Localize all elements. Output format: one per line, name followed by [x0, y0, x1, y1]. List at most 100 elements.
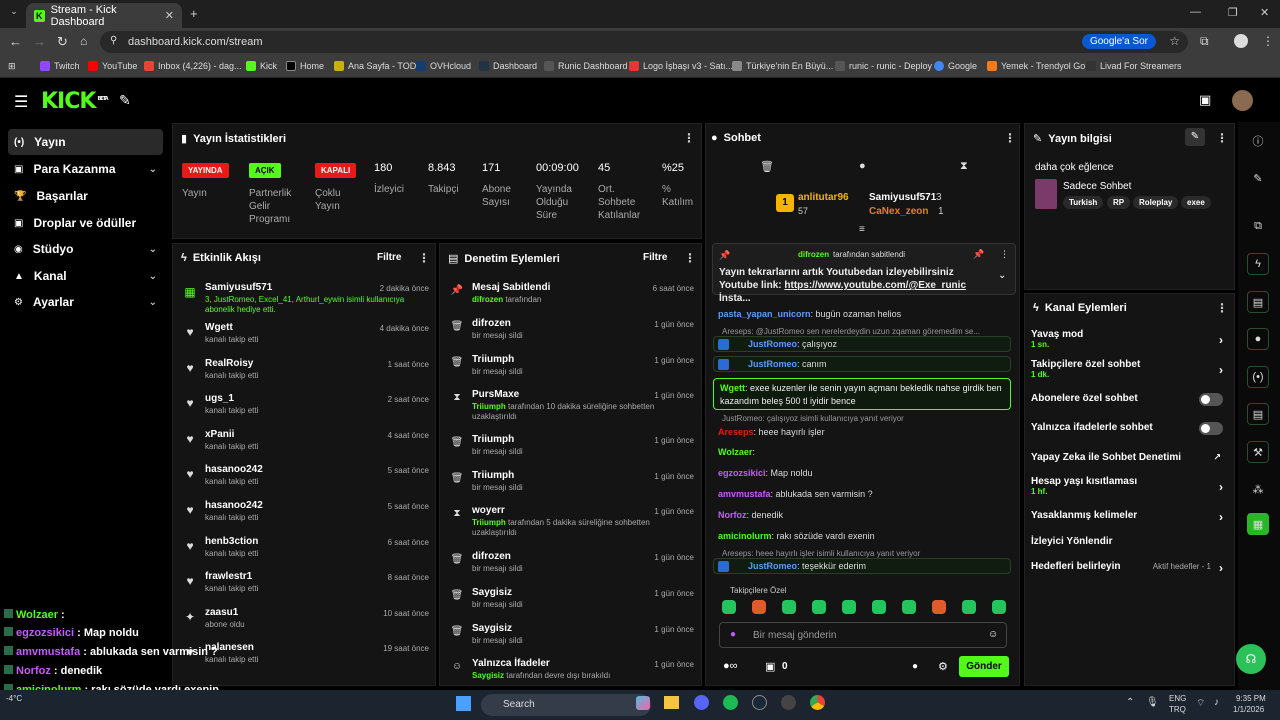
app-icon[interactable]: [781, 695, 796, 710]
tray-chevron-icon[interactable]: ⌃: [1126, 697, 1134, 708]
emote-icon[interactable]: [722, 600, 736, 614]
moderation-target[interactable]: Saygisiz: [472, 623, 512, 634]
emote-icon[interactable]: [872, 600, 886, 614]
wrench-icon[interactable]: ⚒: [1247, 441, 1269, 463]
moderator-name[interactable]: difrozen: [472, 295, 503, 304]
emote-icon[interactable]: [932, 600, 946, 614]
moderator-name[interactable]: Saygisiz: [472, 671, 504, 680]
moderator-name[interactable]: Triiumph: [472, 402, 506, 411]
activity-user[interactable]: xPanii: [205, 429, 234, 440]
chat-message[interactable]: amicinolurm: rakı sözüde vardı exenin: [718, 531, 875, 541]
clipboard-icon[interactable]: ▤: [1247, 291, 1269, 313]
kick-logo[interactable]: KICK BETA: [41, 89, 109, 114]
chrome-icon[interactable]: [810, 695, 825, 710]
more-options-icon[interactable]: ⋮: [684, 251, 696, 265]
chat-message[interactable]: JustRomeo: teşekkür ederim: [718, 561, 866, 572]
bookmark-star-icon[interactable]: ☆: [1169, 34, 1180, 48]
moderation-target[interactable]: Saygisiz: [472, 587, 512, 598]
screen-icon[interactable]: ⧉: [1247, 215, 1269, 237]
more-options-icon[interactable]: ⋮: [683, 131, 695, 145]
start-icon[interactable]: [456, 696, 471, 711]
close-tab-icon[interactable]: ✕: [165, 9, 174, 22]
bookmark-turkiye[interactable]: Türkiye'nin En Büyü...: [732, 61, 833, 71]
volume-icon[interactable]: ♪: [1214, 697, 1219, 708]
edit-button[interactable]: ✎: [1185, 128, 1205, 146]
pinned-message[interactable]: 📌 difrozen tarafından sabitlendi 📌 ⋮ Yay…: [712, 243, 1016, 304]
broadcast-icon[interactable]: (•): [1247, 366, 1269, 388]
moderation-target[interactable]: Yalnızca İfadeler: [472, 658, 550, 669]
file-explorer-icon[interactable]: [664, 696, 679, 709]
support-button[interactable]: ☊: [1236, 644, 1266, 674]
viewer-points-icon[interactable]: ●∞: [723, 660, 738, 672]
pinned-more-icon[interactable]: ⋮: [1000, 249, 1009, 260]
bookmark-logo-isbasi[interactable]: Logo İşbaşı v3 - Satı...: [629, 61, 733, 71]
moderator-name[interactable]: Triiumph: [472, 518, 506, 527]
chat-username[interactable]: Areseps: [718, 427, 754, 437]
emote-icon[interactable]: [992, 600, 1006, 614]
activity-user[interactable]: Samiyusuf571: [205, 282, 272, 293]
chat-username[interactable]: amicinolurm: [718, 531, 772, 541]
nav-item-studyo[interactable]: ◉ Stüdyo ⌄: [8, 236, 163, 262]
channel-action-item[interactable]: Takipçilere özel sohbet 1 dk. ›: [1031, 359, 1227, 379]
gear-icon[interactable]: ⚙: [938, 660, 948, 673]
steam-icon[interactable]: [752, 695, 767, 710]
channel-action-item[interactable]: Yavaş mod 1 sn. ›: [1031, 329, 1227, 349]
info-icon[interactable]: ⓘ: [1247, 130, 1269, 152]
moderation-target[interactable]: Triiumph: [472, 470, 514, 481]
new-tab-button[interactable]: +: [190, 6, 198, 21]
close-window-button[interactable]: ✕: [1260, 6, 1269, 19]
unpin-icon[interactable]: 📌: [973, 249, 984, 260]
chat-message[interactable]: amvmustafa: ablukada sen varmisin ?: [718, 489, 873, 499]
emote-icon[interactable]: [902, 600, 916, 614]
bookmark-livad[interactable]: Livad For Streamers: [1086, 61, 1182, 71]
theatre-mode-icon[interactable]: ▣: [1199, 92, 1211, 108]
layout-icon[interactable]: ▤: [1247, 403, 1269, 425]
activity-user[interactable]: RealRoisy: [205, 358, 253, 369]
emote-icon[interactable]: [962, 600, 976, 614]
weather-icon[interactable]: -4°C: [6, 694, 22, 703]
toggle-switch[interactable]: [1199, 393, 1223, 406]
chat-input[interactable]: ● Bir mesaj gönderin ☺: [719, 622, 1007, 648]
chat-message[interactable]: pasta_yapan_unicorn: bugün ozaman helios: [718, 309, 901, 319]
bookmark-kick[interactable]: Kick: [246, 61, 277, 71]
bookmark-ovhcloud[interactable]: OVHcloud: [416, 61, 471, 71]
moderation-target[interactable]: Triiumph: [472, 434, 514, 445]
moderation-target[interactable]: Mesaj Sabitlendi: [472, 282, 550, 293]
more-options-icon[interactable]: ⋮: [1004, 131, 1016, 145]
channel-action-item[interactable]: İzleyici Yönlendir: [1031, 536, 1227, 547]
chat-bubble-icon[interactable]: ●: [912, 661, 918, 672]
filter-button[interactable]: Filtre: [377, 252, 401, 263]
channel-action-item[interactable]: Yasaklanmış kelimeler ›: [1031, 510, 1227, 524]
highlighted-message[interactable]: Wgett: exee kuzenler ile senin yayın açm…: [713, 378, 1011, 410]
extensions-icon[interactable]: ⧉: [1200, 34, 1209, 49]
add-widget-icon[interactable]: ▦: [1247, 513, 1269, 535]
site-info-icon[interactable]: ⚲: [110, 35, 117, 46]
nav-item-yayin[interactable]: (•) Yayın: [8, 129, 163, 155]
toggle-switch[interactable]: [1199, 422, 1223, 435]
activity-user[interactable]: frawlestr1: [205, 571, 252, 582]
chat-username[interactable]: Norfoz: [718, 510, 747, 520]
nav-item-droplar[interactable]: ▣ Droplar ve ödüller: [8, 210, 163, 236]
chat-message[interactable]: JustRomeo: canım: [718, 359, 827, 370]
bookmark-dashboard[interactable]: Dashboard: [479, 61, 537, 71]
activity-user[interactable]: hasanoo242: [205, 464, 263, 475]
clock-time[interactable]: 9:35 PM: [1236, 694, 1266, 703]
chat-username[interactable]: JustRomeo: [748, 339, 797, 349]
lang-1[interactable]: ENG: [1169, 694, 1186, 703]
emote-icon[interactable]: [752, 600, 766, 614]
tag[interactable]: RP: [1107, 196, 1131, 209]
profile-icon[interactable]: [1234, 34, 1248, 48]
channel-action-item[interactable]: Yapay Zeka ile Sohbet Denetimi ↗: [1031, 452, 1227, 463]
activity-user[interactable]: hasanoo242: [205, 500, 263, 511]
category-name[interactable]: Sadece Sohbet: [1063, 181, 1131, 192]
more-options-icon[interactable]: ⋮: [418, 251, 430, 265]
ask-google-button[interactable]: Google'a Sor: [1081, 34, 1156, 49]
emote-icon[interactable]: [812, 600, 826, 614]
wifi-icon[interactable]: ⌔: [1196, 697, 1205, 710]
chat-icon[interactable]: ●: [1247, 328, 1269, 350]
trash-icon[interactable]: 🗑: [760, 160, 774, 173]
emote-icon[interactable]: [842, 600, 856, 614]
edit-icon[interactable]: ✎: [1247, 167, 1269, 189]
chevron-down-icon[interactable]: ⌄: [998, 270, 1006, 281]
forward-icon[interactable]: →: [33, 34, 46, 49]
